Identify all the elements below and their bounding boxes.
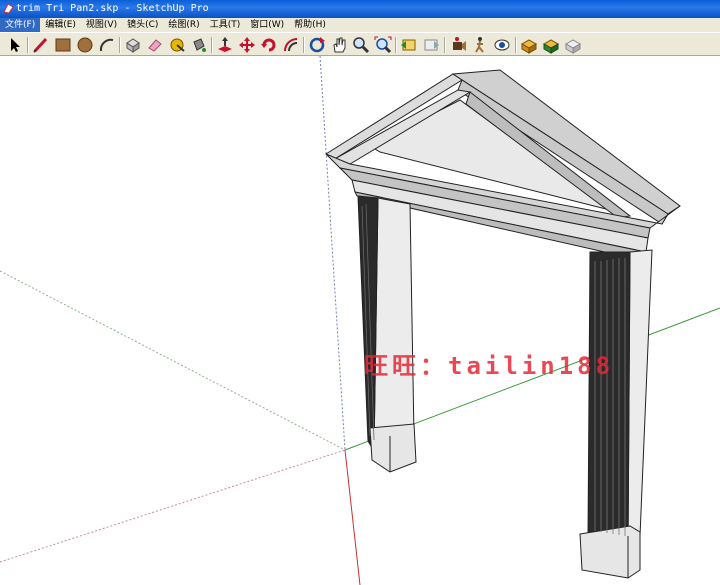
left-pilaster-base — [369, 423, 417, 473]
sketchup-app-icon[interactable] — [3, 3, 14, 14]
move-icon — [239, 37, 255, 53]
position-camera-button[interactable] — [449, 36, 467, 54]
menu-camera[interactable]: 镜头(C) — [122, 18, 163, 32]
rectangle-tool-button[interactable] — [54, 36, 72, 54]
previous-view-button[interactable] — [400, 36, 418, 54]
zoom-extents-icon — [374, 36, 392, 54]
share-model-button[interactable] — [542, 36, 560, 54]
menu-help[interactable]: 帮助(H) — [289, 18, 331, 32]
main-toolbar — [0, 32, 720, 56]
walk-icon — [475, 37, 484, 53]
menu-file[interactable]: 文件(F) — [0, 18, 41, 32]
menu-draw[interactable]: 绘图(R) — [163, 18, 204, 32]
eraser-tool-button[interactable] — [146, 36, 164, 54]
model-canvas[interactable] — [0, 56, 720, 585]
circle-tool-button[interactable] — [76, 36, 94, 54]
window-title: trim Tri Pan2.skp - SketchUp Pro — [16, 3, 209, 14]
walk-tool-button[interactable] — [471, 36, 489, 54]
share-model-icon — [542, 39, 560, 54]
left-pilaster-side — [357, 195, 379, 453]
pan-icon — [333, 37, 346, 53]
zoom-icon — [353, 37, 370, 54]
previous-view-icon — [401, 39, 416, 51]
menu-tools[interactable]: 工具(T) — [205, 18, 246, 32]
select-tool-button[interactable] — [6, 36, 24, 54]
push-pull-icon — [218, 37, 232, 52]
red-axis-dotted — [0, 449, 346, 563]
arc-icon — [99, 38, 114, 52]
orbit-tool-button[interactable] — [308, 36, 326, 54]
component-warehouse-button[interactable] — [564, 36, 582, 54]
tape-measure-icon — [170, 38, 185, 52]
menu-bar: 文件(F) 编辑(E) 视图(V) 镜头(C) 绘图(R) 工具(T) 窗口(W… — [0, 18, 720, 32]
rotate-icon — [261, 38, 276, 52]
paint-bucket-button[interactable] — [190, 36, 208, 54]
blue-axis-dotted — [319, 56, 346, 451]
push-pull-button[interactable] — [216, 36, 234, 54]
right-pilaster-panel — [587, 251, 631, 547]
orbit-icon — [309, 37, 325, 53]
pan-tool-button[interactable] — [330, 36, 348, 54]
next-view-icon — [424, 39, 439, 51]
look-around-button[interactable] — [493, 36, 511, 54]
get-models-button[interactable] — [520, 36, 538, 54]
get-models-icon — [520, 39, 538, 54]
offset-tool-button[interactable] — [282, 36, 300, 54]
zoom-extents-button[interactable] — [374, 36, 392, 54]
green-axis-dotted — [0, 270, 346, 451]
watermark-text: 旺旺：tailin188 — [364, 352, 615, 380]
paint-bucket-icon — [193, 38, 206, 52]
select-icon — [11, 38, 20, 52]
model-viewport[interactable]: 旺旺：tailin188 — [0, 56, 720, 585]
red-axis — [344, 449, 361, 585]
menu-view[interactable]: 视图(V) — [81, 18, 122, 32]
make-component-icon — [126, 38, 140, 53]
right-pilaster-front — [627, 249, 653, 548]
rotate-tool-button[interactable] — [260, 36, 278, 54]
pencil-tool-button[interactable] — [32, 36, 50, 54]
menu-window[interactable]: 窗口(W) — [245, 18, 289, 32]
next-view-button[interactable] — [422, 36, 440, 54]
position-camera-icon — [453, 37, 466, 51]
menu-edit[interactable]: 编辑(E) — [40, 18, 81, 32]
pediment-arch-model[interactable] — [325, 69, 681, 579]
title-bar: trim Tri Pan2.skp - SketchUp Pro — [0, 0, 720, 18]
arc-tool-button[interactable] — [98, 36, 116, 54]
tape-measure-button[interactable] — [168, 36, 186, 54]
offset-icon — [284, 38, 298, 52]
rectangle-icon — [55, 38, 71, 52]
make-component-button[interactable] — [124, 36, 142, 54]
zoom-tool-button[interactable] — [352, 36, 370, 54]
eraser-icon — [148, 39, 162, 52]
pencil-icon — [33, 37, 48, 53]
look-around-icon — [494, 39, 510, 51]
right-pilaster-base — [579, 525, 641, 579]
circle-icon — [77, 37, 93, 53]
component-warehouse-icon — [564, 39, 582, 54]
move-tool-button[interactable] — [238, 36, 256, 54]
